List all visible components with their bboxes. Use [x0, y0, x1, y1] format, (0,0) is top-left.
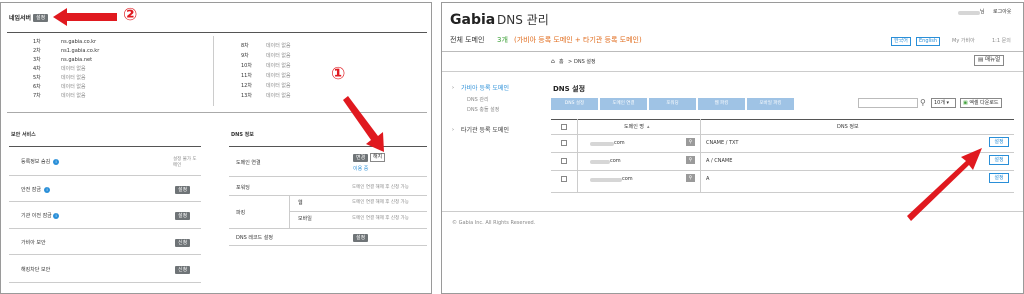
arrow-up-right-annotation: [907, 148, 982, 221]
annotation-overlay: [53, 8, 384, 152]
annotation-overlay: [907, 148, 982, 221]
arrow-left-annotation: [53, 8, 117, 26]
annotation-number-1: ①: [331, 64, 346, 84]
domain-detail-panel: 네임서버 설정 1차 ns.gabia.co.kr 2차 ns1.gabia.c…: [0, 2, 432, 294]
dns-manager-panel: Gabia DNS 관리 님 로그아웃 전체 도메인 3개 (가비아 등록 도메…: [441, 2, 1024, 294]
annotation-number-2: ②: [123, 5, 138, 25]
arrow-down-annotation: [343, 96, 384, 152]
